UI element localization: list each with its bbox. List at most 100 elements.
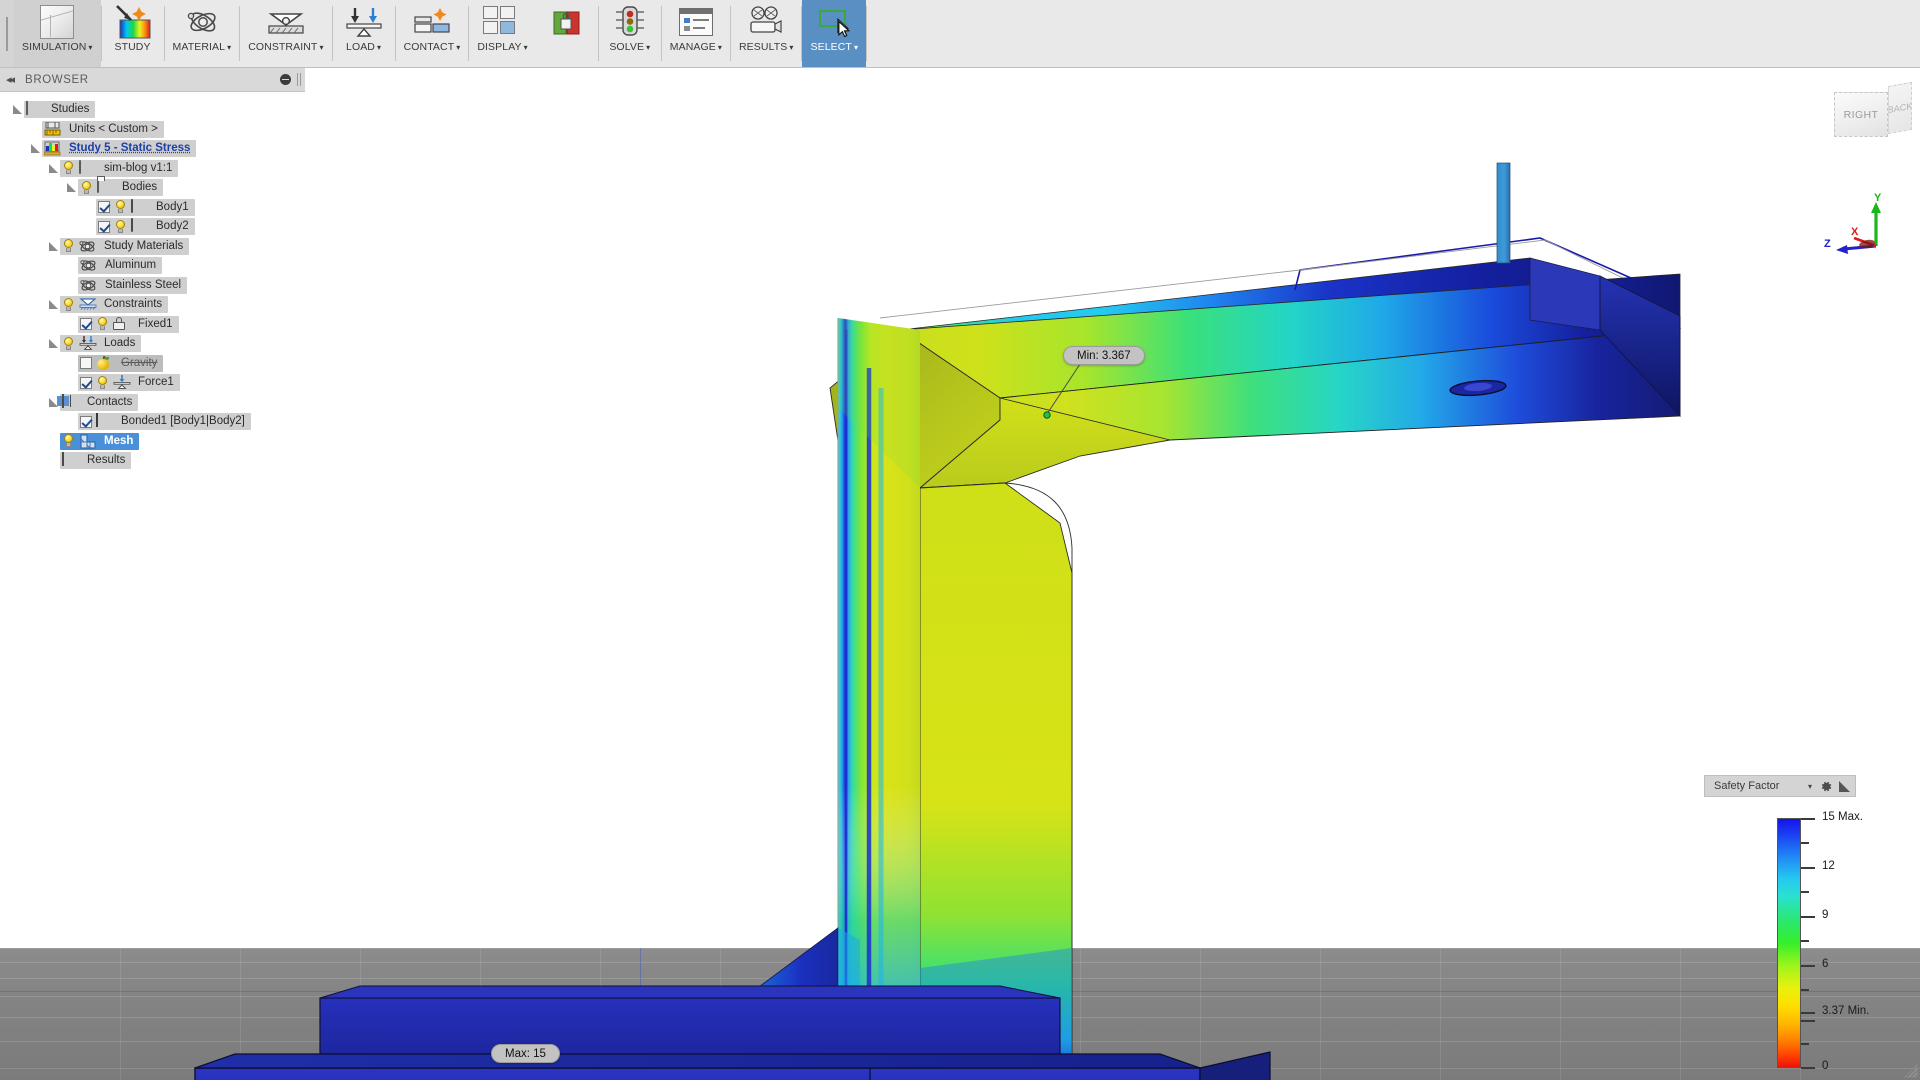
- tree-node-pill[interactable]: Contacts: [57, 393, 139, 411]
- tree-node-constraints[interactable]: Constraints: [0, 295, 305, 315]
- tree-node-pill[interactable]: Study Materials: [60, 237, 190, 255]
- toolbar-drag-handle[interactable]: [0, 0, 14, 67]
- tree-node-aluminum[interactable]: Aluminum: [0, 256, 305, 276]
- tree-node-study-5-static-stress[interactable]: Study 5 - Static Stress: [0, 139, 305, 159]
- toolbar-load-text: LOAD: [346, 41, 375, 53]
- tree-node-results[interactable]: Results: [0, 451, 305, 471]
- tree-node-pill[interactable]: Bonded1 [Body1|Body2]: [78, 413, 251, 431]
- toolbar-button-results[interactable]: RESULTS ▾: [731, 0, 801, 67]
- tree-node-pill[interactable]: Gravity: [78, 354, 164, 372]
- toolbar-button-solve[interactable]: SOLVE ▾: [599, 0, 661, 67]
- toolbar-button-contact[interactable]: CONTACT ▾: [396, 0, 469, 67]
- toolbar-button-load[interactable]: LOAD ▾: [333, 0, 395, 67]
- bonded-icon: [96, 413, 113, 429]
- tree-node-pill[interactable]: sim-blog v1:1: [60, 159, 179, 177]
- tree-node-study-materials[interactable]: Study Materials: [0, 237, 305, 257]
- toolbar-button-display[interactable]: DISPLAY ▾: [469, 0, 535, 67]
- tree-node-pill[interactable]: Stainless Steel: [78, 276, 188, 294]
- toolbar-button-select[interactable]: SELECT ▾: [802, 0, 867, 67]
- view-cube-face-back[interactable]: BACK: [1888, 81, 1912, 135]
- light-bulb-icon[interactable]: [114, 200, 127, 214]
- tree-node-pill[interactable]: Units < Custom >: [42, 120, 164, 138]
- tree-node-pill[interactable]: Body1: [96, 198, 195, 216]
- tree-node-pill[interactable]: Body2: [96, 218, 195, 236]
- legend-edit-triangle-icon[interactable]: [1839, 780, 1851, 792]
- tree-node-pill[interactable]: Constraints: [60, 296, 169, 314]
- chevron-down-icon[interactable]: ▾: [1808, 782, 1812, 791]
- tree-node-checkbox[interactable]: [80, 415, 92, 428]
- expand-collapse-icon[interactable]: [28, 139, 42, 158]
- tree-node-bodies[interactable]: Bodies: [0, 178, 305, 198]
- force-icon: [113, 375, 131, 390]
- tree-node-pill[interactable]: Loads: [60, 335, 142, 353]
- tree-node-label: Bodies: [122, 181, 158, 194]
- tree-node-bonded1-body1-body2[interactable]: Bonded1 [Body1|Body2]: [0, 412, 305, 432]
- light-bulb-icon[interactable]: [62, 434, 75, 448]
- workspace-switcher-simulation[interactable]: SIMULATION ▾: [14, 0, 101, 67]
- toolbar-label-manage: MANAGE ▾: [670, 41, 722, 56]
- light-bulb-icon[interactable]: [80, 180, 93, 195]
- toolbar-label-load: LOAD ▾: [346, 41, 381, 56]
- tree-node-checkbox[interactable]: [98, 220, 110, 233]
- view-cube-face-right[interactable]: RIGHT: [1834, 92, 1888, 137]
- tree-node-pill[interactable]: Aluminum: [78, 257, 163, 275]
- tree-node-force1[interactable]: Force1: [0, 373, 305, 393]
- light-bulb-icon[interactable]: [114, 219, 127, 234]
- browser-header[interactable]: ◂◂ BROWSER: [0, 68, 305, 92]
- expand-collapse-icon[interactable]: [46, 295, 60, 314]
- tree-node-studies[interactable]: Studies: [0, 100, 305, 120]
- tree-node-gravity[interactable]: Gravity: [0, 354, 305, 374]
- tree-node-loads[interactable]: Loads: [0, 334, 305, 354]
- legend-control-bar[interactable]: Safety Factor ▾: [1704, 775, 1857, 797]
- light-bulb-icon[interactable]: [62, 297, 75, 312]
- resize-grip[interactable]: [1904, 1064, 1918, 1078]
- tree-node-pill[interactable]: Results: [60, 452, 132, 470]
- tree-node-checkbox[interactable]: [98, 201, 110, 214]
- tree-node-checkbox[interactable]: [80, 357, 92, 370]
- tree-node-body2[interactable]: Body2: [0, 217, 305, 237]
- light-bulb-icon[interactable]: [62, 336, 75, 351]
- expand-collapse-icon[interactable]: [10, 100, 24, 119]
- tree-node-checkbox[interactable]: [80, 318, 92, 331]
- toolbar-button-material[interactable]: MATERIAL ▾: [165, 0, 240, 67]
- light-bulb-icon[interactable]: [62, 161, 75, 175]
- tree-node-pill[interactable]: Fixed1: [78, 315, 179, 333]
- tree-node-mesh[interactable]: Mesh: [0, 432, 305, 452]
- view-cube[interactable]: BACK RIGHT: [1834, 78, 1912, 148]
- browser-tree[interactable]: Studies Units < Custom > Study 5 - Static …: [0, 92, 305, 471]
- tree-node-pill[interactable]: Study 5 - Static Stress: [42, 140, 197, 158]
- tree-node-body1[interactable]: Body1: [0, 198, 305, 218]
- max-value-badge[interactable]: Max: 15: [491, 1044, 560, 1063]
- minimize-icon[interactable]: [280, 74, 291, 85]
- tree-node-pill[interactable]: Studies: [24, 101, 96, 119]
- tree-node-pill[interactable]: Bodies: [78, 179, 164, 197]
- expand-collapse-icon[interactable]: [46, 334, 60, 353]
- toolbar-button-study[interactable]: STUDY: [102, 0, 164, 67]
- legend-tick-major: [1801, 867, 1815, 869]
- simulation-toolbar[interactable]: SIMULATION ▾ STUDY MATERIAL ▾ CONSTRAINT…: [0, 0, 1920, 68]
- tree-node-stainless-steel[interactable]: Stainless Steel: [0, 276, 305, 296]
- tree-node-sim-blog-v1-1[interactable]: sim-blog v1:1: [0, 159, 305, 179]
- tree-node-contacts[interactable]: Contacts: [0, 393, 305, 413]
- panel-resize-handle[interactable]: [297, 73, 301, 86]
- tree-node-pill[interactable]: Mesh: [60, 432, 140, 450]
- expand-collapse-icon[interactable]: [64, 178, 78, 197]
- light-bulb-icon[interactable]: [62, 239, 75, 253]
- browser-panel[interactable]: ◂◂ BROWSER Studies Units < Custom > Study …: [0, 68, 305, 471]
- expand-collapse-icon[interactable]: [46, 237, 60, 256]
- min-value-badge[interactable]: Min: 3.367: [1063, 346, 1145, 365]
- toolbar-button-constraint[interactable]: CONSTRAINT ▾: [240, 0, 331, 67]
- gear-icon[interactable]: [1818, 779, 1833, 794]
- tree-node-checkbox[interactable]: [80, 376, 92, 389]
- toolbar-button-manage[interactable]: MANAGE ▾: [662, 0, 730, 67]
- light-bulb-icon[interactable]: [96, 375, 109, 390]
- expand-collapse-icon[interactable]: [46, 159, 60, 178]
- tree-node-fixed1[interactable]: Fixed1: [0, 315, 305, 335]
- collapse-panel-icon[interactable]: ◂◂: [6, 73, 15, 86]
- result-type-value[interactable]: Safety Factor: [1714, 780, 1802, 792]
- tree-node-units-custom[interactable]: Units < Custom >: [0, 120, 305, 140]
- tree-node-label: Bonded1 [Body1|Body2]: [121, 415, 245, 428]
- tree-node-pill[interactable]: Force1: [78, 374, 180, 392]
- light-bulb-icon[interactable]: [96, 317, 109, 331]
- toolbar-button-display-state[interactable]: [536, 0, 598, 67]
